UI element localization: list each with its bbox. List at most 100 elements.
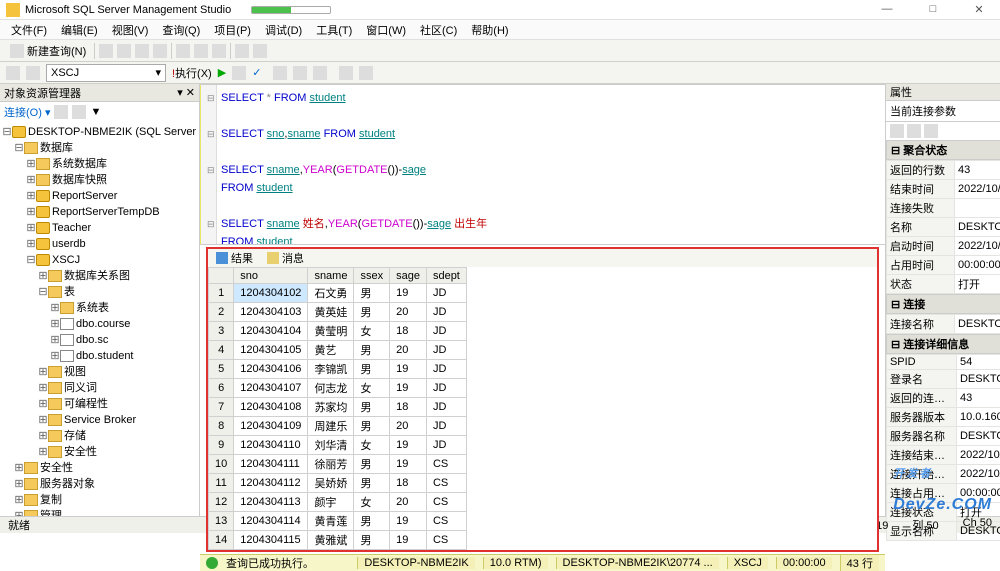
prop-val: 54: [956, 355, 1000, 370]
prop-val: 00:00:00.056: [954, 256, 1000, 275]
toolbar-icon[interactable]: [135, 44, 149, 58]
prop-val: DESKTOP-NBME2IK: [956, 427, 1000, 446]
folder-icon: [24, 142, 38, 154]
database-icon: [36, 238, 50, 250]
menu-window[interactable]: 窗口(W): [361, 22, 411, 38]
toolbar-icon[interactable]: [235, 44, 249, 58]
progress-indicator: [251, 6, 331, 14]
save-all-icon[interactable]: [212, 44, 226, 58]
prop-val: 2022/10/7 15:20:54: [956, 446, 1000, 465]
prop-val: 43: [956, 389, 1000, 408]
toolbar-icon[interactable]: [6, 66, 20, 80]
parse-icon[interactable]: ✓: [252, 66, 261, 79]
save-icon[interactable]: [194, 44, 208, 58]
status-server: DESKTOP-NBME2IK: [357, 557, 474, 569]
open-icon[interactable]: [176, 44, 190, 58]
connect-button[interactable]: 连接(O) ▾: [4, 104, 50, 120]
results-tab[interactable]: 结果: [212, 250, 257, 266]
menu-help[interactable]: 帮助(H): [466, 22, 513, 38]
prop-val: 2022/10/7 15:20:54: [956, 465, 1000, 484]
prop-key: 占用时间: [886, 256, 954, 275]
toolbar-icon[interactable]: [117, 44, 131, 58]
results-grid[interactable]: snosnamessexsagesdept 11204304102石文勇男19J…: [208, 267, 467, 550]
toolbar-icon[interactable]: [313, 66, 327, 80]
table-row[interactable]: 11204304102石文勇男19JD: [209, 284, 467, 303]
table-row[interactable]: 91204304110刘华清女19JD: [209, 436, 467, 455]
messages-tab[interactable]: 消息: [263, 250, 308, 266]
prop-key: 登录名: [886, 370, 956, 389]
prop-group[interactable]: ⊟ 连接详细信息: [886, 334, 1000, 354]
prop-key: 结束时间: [886, 180, 954, 199]
sql-editor[interactable]: ⊟SELECT * FROM student ⊟SELECT sno,sname…: [200, 85, 885, 245]
status-ch: Ch 50: [963, 517, 992, 533]
maximize-button[interactable]: □: [918, 3, 948, 16]
stop-icon[interactable]: [232, 66, 246, 80]
table-icon: [60, 350, 74, 362]
prop-key: 连接开始时间: [886, 465, 956, 484]
folder-icon: [48, 286, 62, 298]
folder-icon: [24, 510, 38, 516]
folder-icon: [36, 174, 50, 186]
table-row[interactable]: 61204304107何志龙女19JD: [209, 379, 467, 398]
toolbar-icon[interactable]: [26, 66, 40, 80]
execute-button[interactable]: !执行(X): [172, 65, 212, 81]
minimize-button[interactable]: —: [872, 3, 902, 16]
menu-tools[interactable]: 工具(T): [311, 22, 357, 38]
folder-icon: [36, 158, 50, 170]
prop-group[interactable]: ⊟ 聚合状态: [886, 140, 1000, 160]
prop-key: 启动时间: [886, 237, 954, 256]
table-row[interactable]: 121204304113颜宇女20CS: [209, 493, 467, 512]
debug-play-icon[interactable]: ▶: [218, 66, 226, 79]
toolbar-icon[interactable]: [72, 105, 86, 119]
toolbar-icon[interactable]: [153, 44, 167, 58]
table-row[interactable]: 131204304114黄青莲男19CS: [209, 512, 467, 531]
table-row[interactable]: 21204304103黄英娃男20JD: [209, 303, 467, 322]
menu-edit[interactable]: 编辑(E): [56, 22, 103, 38]
toolbar-icon[interactable]: [253, 44, 267, 58]
status-ready: 就绪: [8, 517, 30, 533]
titlebar: Microsoft SQL Server Management Studio —…: [0, 0, 1000, 20]
toolbar-icon[interactable]: [54, 105, 68, 119]
prop-key: 名称: [886, 218, 954, 237]
menu-debug[interactable]: 调试(D): [260, 22, 307, 38]
props-icon[interactable]: [924, 124, 938, 138]
status-elapsed: 00:00:00: [776, 557, 832, 569]
status-db: XSCJ: [727, 557, 768, 569]
table-row[interactable]: 51204304106李锦凯男19JD: [209, 360, 467, 379]
table-row[interactable]: 41204304105黄艺男20JD: [209, 341, 467, 360]
table-row[interactable]: 111204304112吴娇娇男18CS: [209, 474, 467, 493]
toolbar-icon[interactable]: [99, 44, 113, 58]
folder-icon: [24, 494, 38, 506]
categorize-icon[interactable]: [890, 124, 904, 138]
menu-community[interactable]: 社区(C): [415, 22, 462, 38]
prop-val: 10.0.1600: [956, 408, 1000, 427]
menu-query[interactable]: 查询(Q): [157, 22, 205, 38]
folder-icon: [48, 398, 62, 410]
table-row[interactable]: 71204304108苏家均男18JD: [209, 398, 467, 417]
close-button[interactable]: ✕: [964, 3, 994, 16]
results-text-icon[interactable]: [359, 66, 373, 80]
filter-icon[interactable]: ▼: [90, 106, 101, 118]
table-row[interactable]: 81204304109周建乐男20JD: [209, 417, 467, 436]
prop-val: DESKTOP-NBME2IK: [954, 218, 1000, 237]
database-select[interactable]: XSCJ▾: [46, 64, 166, 82]
prop-group[interactable]: ⊟ 连接: [886, 294, 1000, 314]
table-row[interactable]: 31204304104黄莹明女18JD: [209, 322, 467, 341]
table-row[interactable]: 141204304115黄雅斌男19CS: [209, 531, 467, 550]
menu-view[interactable]: 视图(V): [107, 22, 154, 38]
folder-icon: [24, 462, 38, 474]
properties-panel: 属性▾ ✕ 当前连接参数 ⊟ 聚合状态 返回的行数43结束时间2022/10/7…: [885, 84, 1000, 516]
database-icon: [36, 206, 50, 218]
toolbar-icon[interactable]: [293, 66, 307, 80]
results-grid-icon[interactable]: [339, 66, 353, 80]
table-row[interactable]: 101204304111徐丽芳男19CS: [209, 455, 467, 474]
toolbar-icon[interactable]: [273, 66, 287, 80]
alpha-icon[interactable]: [907, 124, 921, 138]
object-explorer-tree[interactable]: ⊟DESKTOP-NBME2IK (SQL Server 10.0.160 ⊟数…: [0, 122, 199, 516]
status-message: 查询已成功执行。: [226, 555, 314, 571]
panel-close-icon[interactable]: ▾ ✕: [177, 86, 195, 99]
menu-project[interactable]: 项目(P): [209, 22, 256, 38]
new-query-button[interactable]: 新建查询(N): [6, 42, 90, 60]
folder-icon: [48, 382, 62, 394]
menu-file[interactable]: 文件(F): [6, 22, 52, 38]
